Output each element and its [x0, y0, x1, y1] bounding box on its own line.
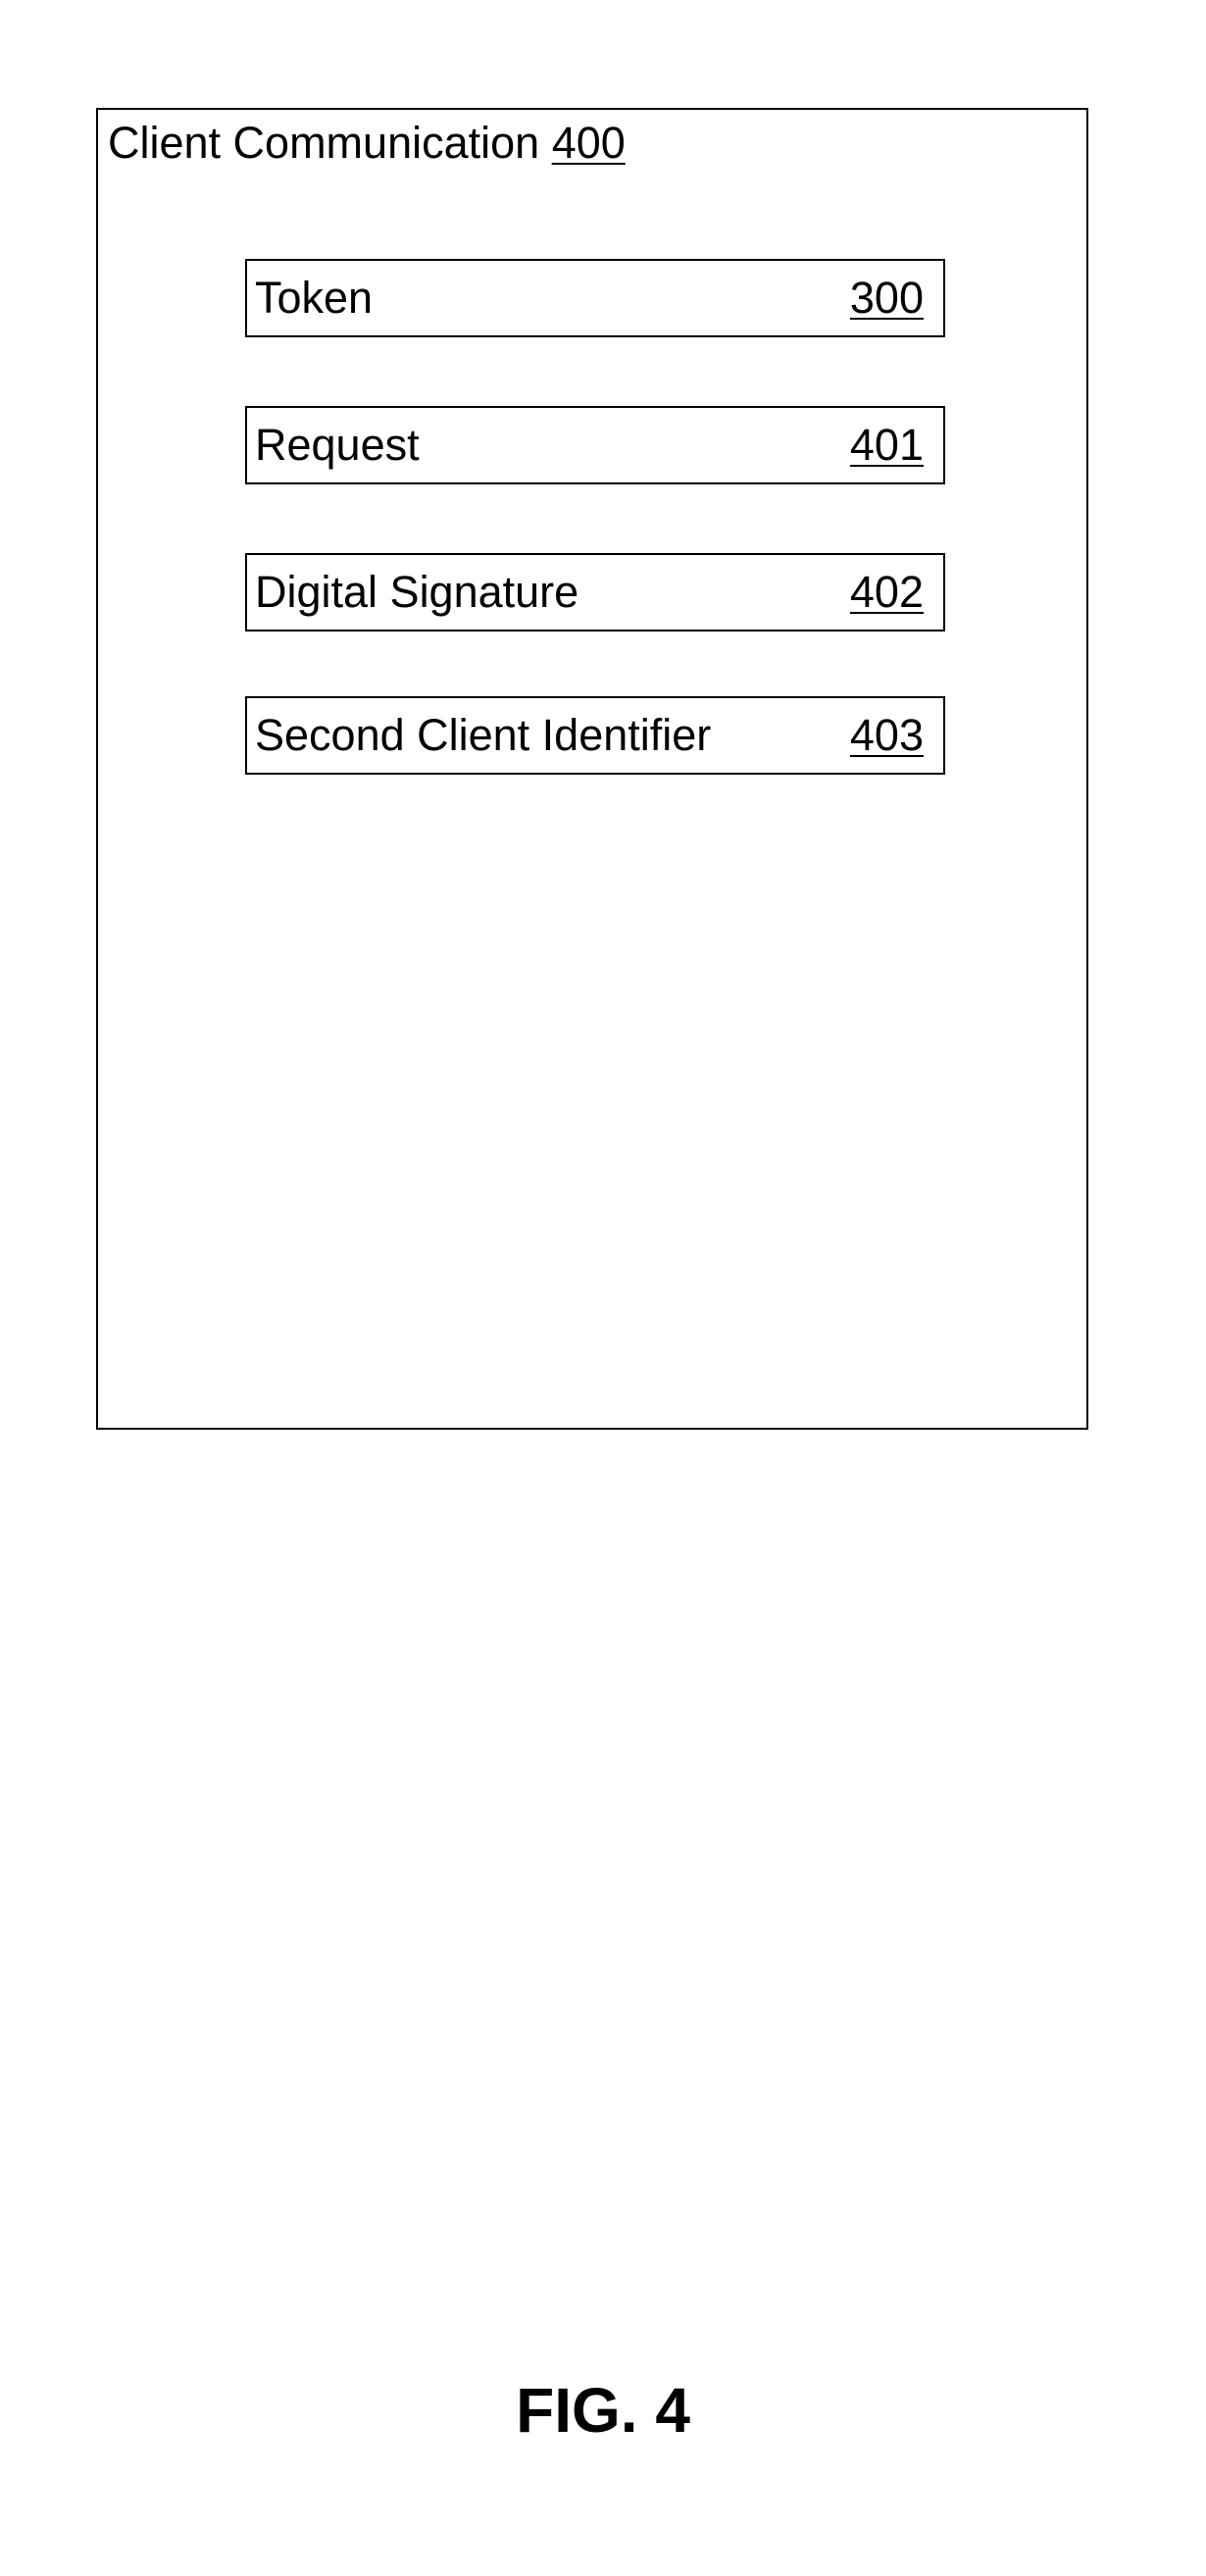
token-label: Token	[255, 273, 373, 324]
request-field-box: Request 401	[245, 406, 945, 484]
request-label: Request	[255, 420, 420, 471]
second-client-identifier-field-box: Second Client Identifier 403	[245, 696, 945, 775]
digital-signature-field-box: Digital Signature 402	[245, 553, 945, 631]
digital-signature-ref: 402	[850, 567, 924, 618]
token-ref: 300	[850, 273, 924, 324]
figure-label: FIG. 4	[0, 2373, 1206, 2449]
second-client-identifier-label: Second Client Identifier	[255, 710, 711, 761]
client-communication-ref: 400	[552, 118, 626, 168]
request-ref: 401	[850, 420, 924, 471]
client-communication-label: Client Communication	[108, 118, 539, 168]
second-client-identifier-ref: 403	[850, 710, 924, 761]
client-communication-title: Client Communication 400	[108, 118, 626, 169]
token-field-box: Token 300	[245, 259, 945, 337]
digital-signature-label: Digital Signature	[255, 567, 578, 618]
client-communication-box: Client Communication 400 Token 300 Reque…	[96, 108, 1088, 1430]
